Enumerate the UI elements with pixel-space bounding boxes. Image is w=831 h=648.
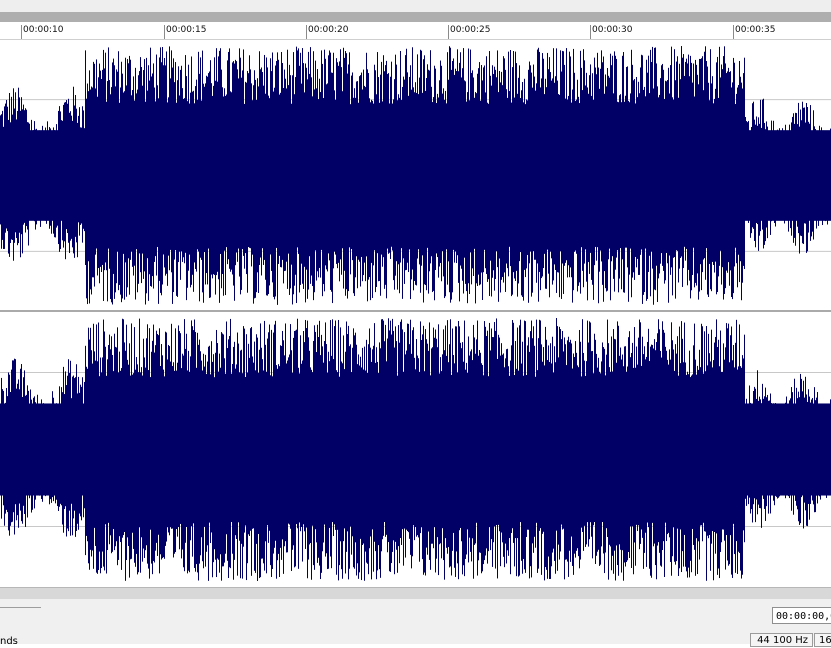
overview-scrollbar[interactable] [0, 12, 831, 22]
status-area [0, 599, 831, 644]
ruler-tick [448, 25, 449, 39]
waveform-core [0, 403, 831, 496]
ruler-tick [21, 25, 22, 39]
waveform-track-area[interactable] [0, 40, 831, 587]
bit-depth-status: 16 [814, 633, 831, 647]
ruler-tick [164, 25, 165, 39]
ruler-tick [306, 25, 307, 39]
ruler-label: 00:00:35 [735, 25, 776, 35]
ruler-label: 00:00:30 [592, 25, 633, 35]
ruler-label: 00:00:10 [23, 25, 64, 35]
status-left-label: nds [0, 636, 18, 647]
current-time-field[interactable]: 00:00:00,00 [772, 607, 831, 624]
sample-rate-status: 44 100 Hz [750, 633, 813, 647]
waveform-core [0, 130, 831, 221]
ruler-label: 00:00:15 [166, 25, 207, 35]
waveform-canvas[interactable] [0, 40, 831, 587]
ruler-tick [590, 25, 591, 39]
ruler-label: 00:00:25 [450, 25, 491, 35]
top-strip [0, 0, 831, 12]
ruler-label: 00:00:20 [308, 25, 349, 35]
status-separator [0, 607, 41, 608]
ruler-tick [733, 25, 734, 39]
time-ruler[interactable]: 00:00:10 00:00:15 00:00:20 00:00:25 00:0… [0, 22, 831, 40]
